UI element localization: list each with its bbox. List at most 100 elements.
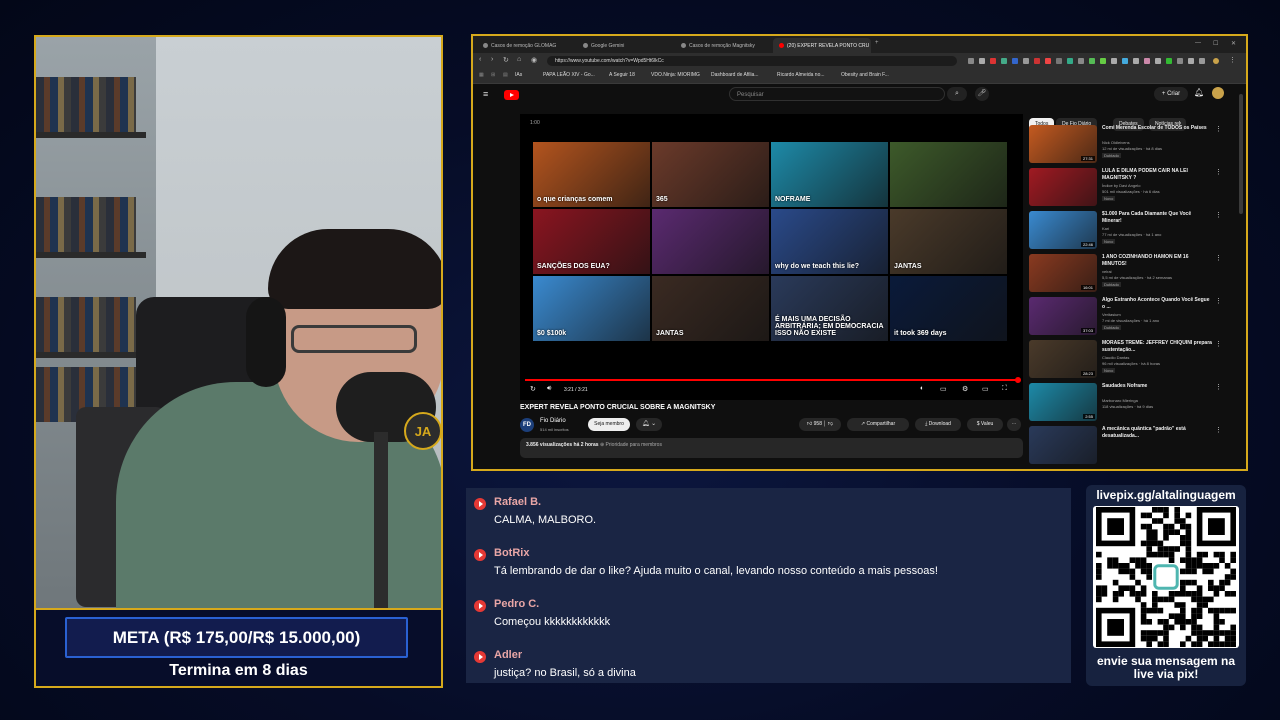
recommendation-item[interactable]: 27:31 Comi Merenda Escolar de TODOS os Pa… <box>1029 125 1229 165</box>
video-player[interactable]: 1:00 o que crianças comem 365 NOFRAME SANÇÕ… <box>520 114 1023 400</box>
recommendation-channel[interactable]: Claudio Dantas <box>1102 355 1129 360</box>
browser-tab-active[interactable]: (20) EXPERT REVELA PONTO CRU <box>773 38 871 53</box>
recommendation-title[interactable]: LULA E DILMA PODEM CAIR NA LEI MAGNITSKY… <box>1102 168 1212 182</box>
recommendation-item[interactable]: 16:01 1 ANO COZINHANDO HAMON EM 16 MINUTO… <box>1029 254 1229 294</box>
recommendation-title[interactable]: A mecânica quântica "padrão" está desatu… <box>1102 426 1212 440</box>
share-button[interactable]: ↗ Compartilhar <box>847 418 909 431</box>
recommendation-channel[interactable]: Veritasium <box>1102 312 1121 317</box>
reload-icon[interactable]: ↻ <box>503 56 509 64</box>
recommendation-thumbnail[interactable] <box>1029 426 1097 464</box>
description-box[interactable]: 3.856 visualizações há 2 horas ⊕ Priorid… <box>520 438 1023 458</box>
extension-icon[interactable] <box>1177 58 1183 64</box>
extension-icon[interactable] <box>979 58 985 64</box>
download-button[interactable]: ⤓ Download <box>915 418 961 431</box>
search-icon[interactable]: ⌕ <box>947 87 967 101</box>
recommendation-thumbnail[interactable]: 2:55 <box>1029 383 1097 421</box>
endscreen-thumbnail[interactable] <box>652 209 769 274</box>
recommendation-thumbnail[interactable]: 22:46 <box>1029 211 1097 249</box>
endscreen-thumbnail[interactable]: why do we teach this lie? <box>771 209 888 274</box>
endscreen-thumbnail[interactable]: SANÇÕES DOS EUA? <box>533 209 650 274</box>
browser-menu-icon[interactable]: ⋮ <box>1229 56 1236 64</box>
youtube-logo-icon[interactable] <box>504 90 519 100</box>
grid-icon[interactable]: ⊞ <box>491 72 495 78</box>
notifications-icon[interactable]: 🔔︎ <box>1194 88 1204 97</box>
recommendation-title[interactable]: MORAES TREME: JEFFREY CHIQUINI prepara s… <box>1102 340 1212 354</box>
minimize-icon[interactable]: — <box>1195 40 1201 46</box>
recommendation-thumbnail[interactable]: 27:31 <box>1029 125 1097 163</box>
extension-icon[interactable] <box>1122 58 1128 64</box>
endscreen-thumbnail[interactable]: É MAIS UMA DECISÃO ARBITRÁRIA; EM DEMOCR… <box>771 276 888 341</box>
more-options-icon[interactable]: ⋮ <box>1215 168 1222 176</box>
extension-icon[interactable] <box>1166 58 1172 64</box>
browser-tab[interactable]: Google Gemini <box>577 38 673 53</box>
close-icon[interactable]: ✕ <box>1231 40 1236 47</box>
recommendation-title[interactable]: Algo Estranho Acontece Quando Você Segue… <box>1102 297 1212 311</box>
browser-tab[interactable]: Casos de remoção GLOMAG <box>477 38 573 53</box>
bookmark-item[interactable]: Ricardo Almeida no... <box>777 72 825 78</box>
hamburger-menu-icon[interactable]: ≡ <box>483 89 488 99</box>
recommendation-item[interactable]: 2:55 Saudades Noframe Marbonaro Mieringa 11… <box>1029 383 1229 423</box>
autoplay-toggle-icon[interactable]: ◐ <box>920 385 924 392</box>
scrubber-handle[interactable] <box>1015 377 1021 383</box>
extension-icon[interactable] <box>1199 58 1205 64</box>
extension-icon[interactable] <box>1100 58 1106 64</box>
url-field[interactable]: https://www.youtube.com/watch?v=Wpd5Ht6l… <box>547 56 957 66</box>
extension-icon[interactable] <box>990 58 996 64</box>
more-options-icon[interactable]: ⋮ <box>1215 383 1222 391</box>
replay-icon[interactable]: ↻ <box>530 385 536 393</box>
settings-gear-icon[interactable]: ⚙ <box>962 385 968 393</box>
back-icon[interactable]: ‹ <box>479 56 481 63</box>
bookmark-item[interactable]: Dashboard de Afilia... <box>711 72 759 78</box>
subscription-bell-icon[interactable]: 🔔︎ ⌄ <box>636 418 662 431</box>
more-options-icon[interactable]: ⋮ <box>1215 340 1222 348</box>
extension-icon[interactable] <box>1001 58 1007 64</box>
fullscreen-icon[interactable]: ⛶ <box>1002 385 1007 393</box>
recommendation-title[interactable]: Saudades Noframe <box>1102 383 1212 390</box>
bookmark-item[interactable]: A Seguir 18 <box>609 72 635 78</box>
recommendation-title[interactable]: 1 ANO COZINHANDO HAMON EM 16 MINUTOS! <box>1102 254 1212 268</box>
new-tab-icon[interactable]: + <box>875 40 879 46</box>
endscreen-thumbnail[interactable]: o que crianças comem <box>533 142 650 207</box>
profile-icon[interactable] <box>1213 58 1219 64</box>
endscreen-thumbnail[interactable]: JANTAS <box>652 276 769 341</box>
recommendation-thumbnail[interactable]: 16:01 <box>1029 254 1097 292</box>
endscreen-thumbnail[interactable]: $0 $100k <box>533 276 650 341</box>
forward-icon[interactable]: › <box>491 56 493 63</box>
recommendation-channel[interactable]: Marbonaro Mieringa <box>1102 398 1138 403</box>
channel-avatar[interactable]: FD <box>520 418 534 432</box>
bookmark-item[interactable]: Obesity and Brain F... <box>841 72 889 78</box>
recommendation-title[interactable]: $1.000 Para Cada Diamante Que Você Miner… <box>1102 211 1212 225</box>
extension-icon[interactable] <box>1155 58 1161 64</box>
endscreen-thumbnail[interactable]: it took 369 days <box>890 276 1007 341</box>
more-options-icon[interactable]: ⋮ <box>1215 125 1222 133</box>
volume-icon[interactable]: 🔊︎ <box>547 385 551 393</box>
extension-icon[interactable] <box>1045 58 1051 64</box>
theater-mode-icon[interactable]: ▭ <box>982 385 989 393</box>
recommendation-item[interactable]: 22:46 $1.000 Para Cada Diamante Que Você … <box>1029 211 1229 251</box>
extension-icon[interactable] <box>1144 58 1150 64</box>
more-options-icon[interactable]: ⋮ <box>1215 297 1222 305</box>
site-info-icon[interactable]: ◉ <box>531 56 537 64</box>
progress-bar[interactable] <box>525 377 1021 383</box>
more-actions-icon[interactable]: ⋯ <box>1007 418 1021 431</box>
create-button[interactable]: + Criar <box>1154 87 1188 101</box>
thanks-button[interactable]: $ Valeu <box>967 418 1003 431</box>
extension-icon[interactable] <box>1133 58 1139 64</box>
avatar[interactable] <box>1212 87 1224 99</box>
recommendation-item[interactable]: 28:23 MORAES TREME: JEFFREY CHIQUINI prep… <box>1029 340 1229 380</box>
bookmark-folder-icon[interactable]: ▤ <box>503 72 508 78</box>
captions-icon[interactable]: ▭ <box>940 385 947 393</box>
recommendation-item[interactable]: A mecânica quântica "padrão" está desatu… <box>1029 426 1229 466</box>
extension-icon[interactable] <box>1089 58 1095 64</box>
extension-icon[interactable] <box>1067 58 1073 64</box>
voice-search-icon[interactable]: 🎤︎ <box>975 87 989 101</box>
recommendation-thumbnail[interactable]: 28:23 <box>1029 340 1097 378</box>
endscreen-thumbnail[interactable]: 365 <box>652 142 769 207</box>
search-input[interactable]: Pesquisar <box>729 87 945 101</box>
extension-icon[interactable] <box>1078 58 1084 64</box>
extension-icon[interactable] <box>1111 58 1117 64</box>
recommendation-channel[interactable]: velrai <box>1102 269 1112 274</box>
bookmark-item[interactable]: IAs <box>515 72 522 78</box>
recommendation-title[interactable]: Comi Merenda Escolar de TODOS os Países <box>1102 125 1212 132</box>
scrollbar[interactable] <box>1239 94 1243 214</box>
